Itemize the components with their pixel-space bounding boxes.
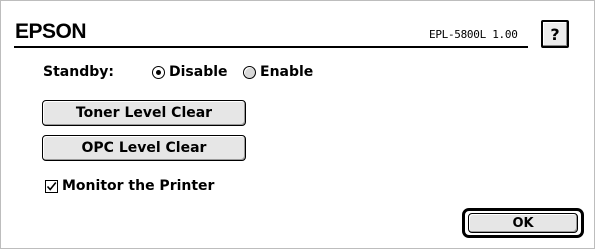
standby-label: Standby: <box>43 64 114 80</box>
radio-selected-icon[interactable] <box>152 65 165 79</box>
standby-enable-radio[interactable]: Enable <box>243 64 313 80</box>
radio-unselected-icon[interactable] <box>243 65 256 79</box>
ok-button-label[interactable]: OK <box>468 213 578 233</box>
ok-button[interactable]: OK <box>462 208 584 238</box>
toner-level-clear-button[interactable]: Toner Level Clear <box>42 100 246 126</box>
monitor-printer-checkbox[interactable]: Monitor the Printer <box>45 178 214 194</box>
standby-enable-label: Enable <box>260 64 314 80</box>
brand-logo: EPSON <box>15 20 87 43</box>
printer-utility-dialog: EPSON EPL-5800L 1.00 ? Standby: Disable … <box>0 0 595 249</box>
header-divider <box>14 46 528 48</box>
question-mark-icon: ? <box>550 24 560 44</box>
opc-level-clear-button[interactable]: OPC Level Clear <box>42 135 246 161</box>
monitor-printer-label: Monitor the Printer <box>62 178 215 194</box>
checkbox-box[interactable] <box>45 179 58 193</box>
help-button[interactable]: ? <box>541 20 569 48</box>
standby-disable-label: Disable <box>169 64 228 80</box>
standby-disable-radio[interactable]: Disable <box>152 64 228 80</box>
model-version: EPL-5800L 1.00 <box>429 28 518 41</box>
checkmark-icon <box>46 181 57 191</box>
